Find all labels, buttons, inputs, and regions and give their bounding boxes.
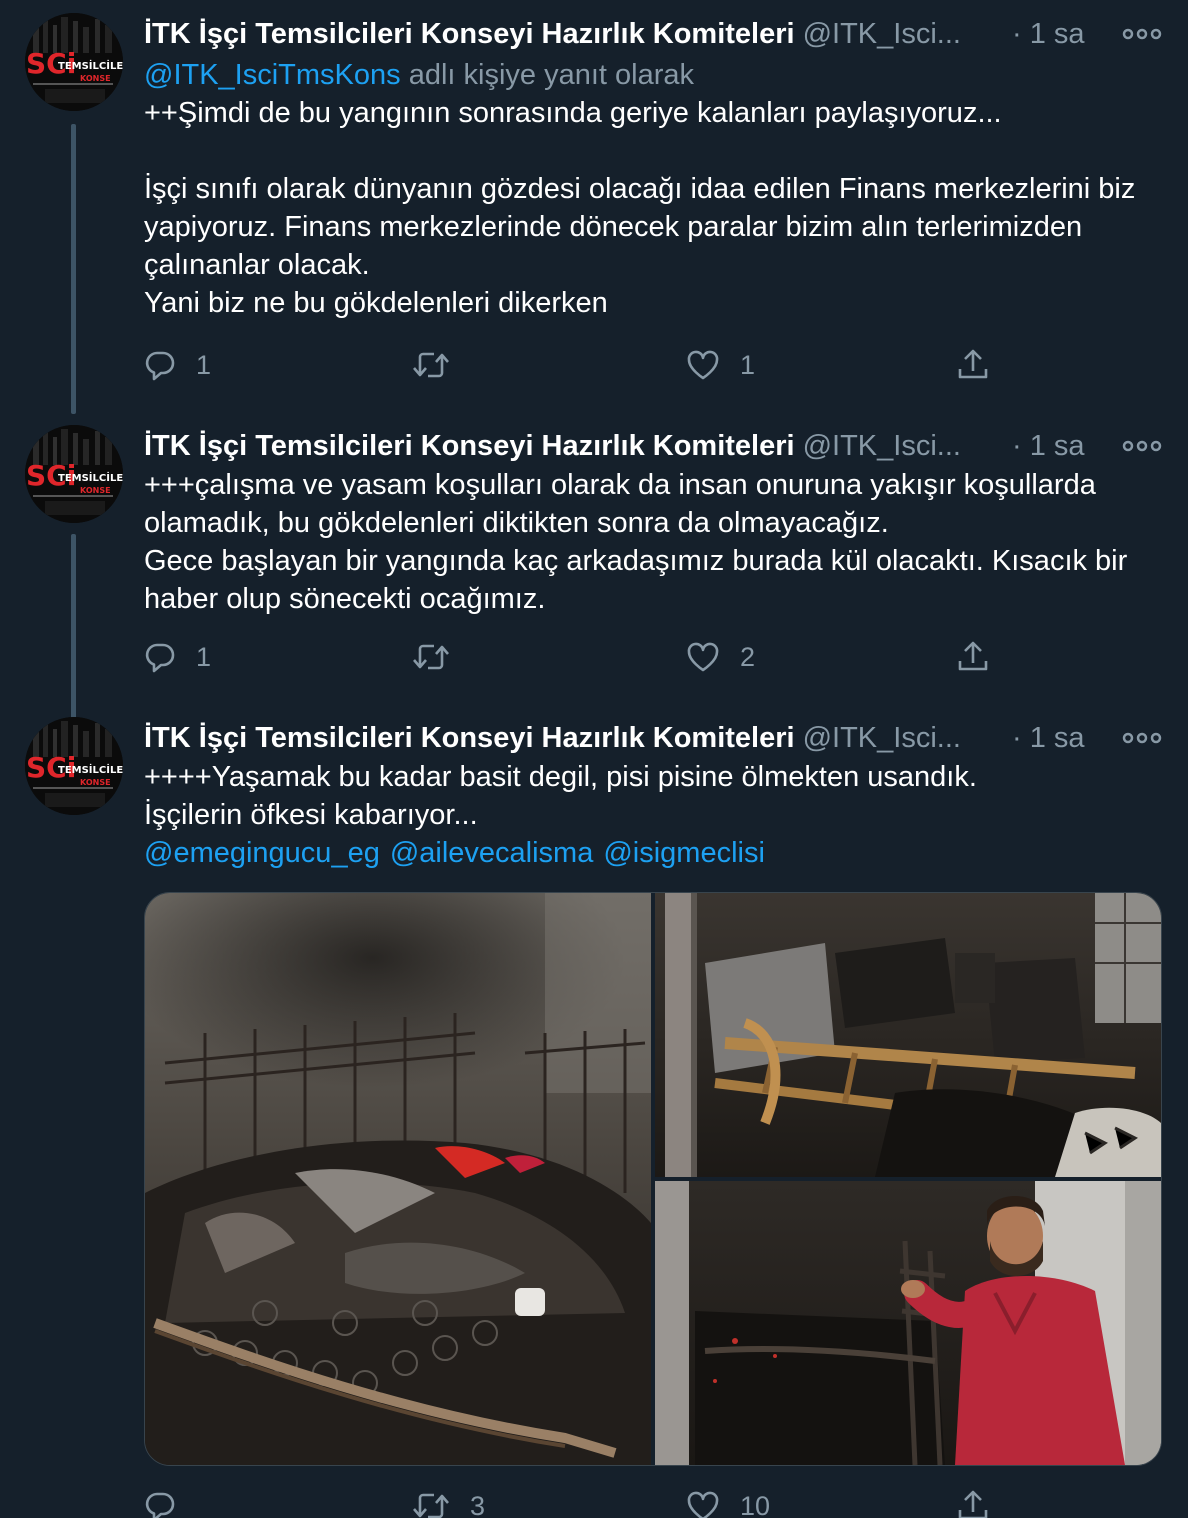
svg-text:TEMSİLCİLEF: TEMSİLCİLEF: [58, 762, 123, 776]
heart-icon: [687, 1491, 719, 1518]
like-count: 2: [740, 641, 756, 672]
avatar-logo-icon: SCi TEMSİLCİLEF KONSE: [25, 13, 123, 111]
mentions: @emegingucu_eg @ailevecalisma @isigmeclisi: [144, 834, 1164, 872]
mention-link[interactable]: @isigmeclisi: [603, 837, 765, 869]
tweet-text: ++Şimdi de bu yangının sonrasında geriye…: [144, 97, 1136, 319]
tweet-actions: 1 1: [144, 345, 1004, 385]
timestamp[interactable]: · 1 sa: [1012, 718, 1085, 758]
avatar[interactable]: SCi TEMSİLCİLEF KONSE: [25, 13, 123, 111]
svg-text:KONSE: KONSE: [80, 74, 111, 83]
tweet[interactable]: SCi TEMSİLCİLEF KONSE İTK İşçi Temsilcil…: [0, 704, 1188, 1518]
author-name[interactable]: İTK İşçi Temsilcileri Konseyi Hazırlık K…: [144, 722, 795, 754]
like-count: 10: [740, 1490, 771, 1518]
time-label: 1 sa: [1029, 18, 1085, 50]
share-button[interactable]: [956, 1486, 990, 1518]
reply-count: 1: [196, 349, 212, 380]
heart-icon: [687, 642, 719, 672]
share-button[interactable]: [956, 345, 990, 385]
tweet-header: İTK İşçi Temsilcileri Konseyi Hazırlık K…: [144, 426, 1164, 466]
tweet[interactable]: SCi TEMSİLCİLEF KONSE İTK İşçi Temsilcil…: [0, 412, 1188, 724]
timeline: SCi TEMSİLCİLEF KONSE İTK İşçi Temsilcil…: [0, 0, 1188, 1518]
author-handle[interactable]: @ITK_Isci...: [803, 430, 961, 462]
thread-line: [71, 534, 76, 724]
time-label: 1 sa: [1029, 430, 1085, 462]
tweet-content: İTK İşçi Temsilcileri Konseyi Hazırlık K…: [144, 718, 1164, 872]
photo-image: [145, 893, 651, 1465]
tweet-actions: 1 2: [144, 637, 1004, 677]
tweet-header: İTK İşçi Temsilcileri Konseyi Hazırlık K…: [144, 718, 1164, 758]
mention-link[interactable]: @emegingucu_eg: [144, 837, 380, 869]
author-name[interactable]: İTK İşçi Temsilcileri Konseyi Hazırlık K…: [144, 430, 795, 462]
timestamp[interactable]: · 1 sa: [1012, 426, 1085, 466]
more-icon[interactable]: [1122, 26, 1162, 42]
svg-text:KONSE: KONSE: [80, 486, 111, 495]
retweet-icon: [413, 644, 449, 670]
avatar-logo-icon: SCi TEMSİLCİLEF KONSE: [25, 717, 123, 815]
author-handle[interactable]: @ITK_Isci...: [803, 722, 961, 754]
reply-icon: [145, 351, 175, 381]
avatar[interactable]: SCi TEMSİLCİLEF KONSE: [25, 717, 123, 815]
svg-text:KONSE: KONSE: [80, 778, 111, 787]
tweet-actions: 3 10: [144, 1486, 1004, 1518]
mention-link[interactable]: @ailevecalisma: [390, 837, 594, 869]
reply-to-label: adlı kişiye yanıt olarak: [400, 59, 695, 91]
share-icon: [958, 349, 988, 379]
retweet-button[interactable]: [412, 637, 470, 677]
reply-context: @ITK_IsciTmsKons adlı kişiye yanıt olara…: [144, 56, 1164, 94]
reply-button[interactable]: 1: [144, 345, 211, 385]
separator-dot: ·: [1012, 18, 1022, 50]
thread-line: [71, 124, 76, 414]
like-button[interactable]: 1: [686, 345, 755, 385]
author-handle[interactable]: @ITK_Isci...: [803, 18, 961, 50]
retweet-icon: [413, 1493, 449, 1518]
like-button[interactable]: 10: [686, 1486, 770, 1518]
tweet-content: İTK İşçi Temsilcileri Konseyi Hazırlık K…: [144, 14, 1164, 322]
media-grid: [144, 892, 1162, 1466]
tweet-text: +++çalışma ve yasam koşulları olarak da …: [144, 469, 1128, 615]
photo-burned-bed[interactable]: [145, 893, 651, 1465]
separator-dot: ·: [1012, 430, 1022, 462]
more-icon[interactable]: [1122, 730, 1162, 746]
like-count: 1: [740, 349, 756, 380]
heart-icon: [687, 350, 719, 380]
retweet-button[interactable]: 3: [412, 1486, 485, 1518]
retweet-count: 3: [470, 1490, 486, 1518]
avatar[interactable]: SCi TEMSİLCİLEF KONSE: [25, 425, 123, 523]
reply-count: 1: [196, 641, 212, 672]
timestamp[interactable]: · 1 sa: [1012, 14, 1085, 54]
reply-button[interactable]: [144, 1486, 196, 1518]
photo-burned-room[interactable]: [655, 893, 1161, 1177]
avatar-logo-icon: SCi TEMSİLCİLEF KONSE: [25, 425, 123, 523]
svg-text:TEMSİLCİLEF: TEMSİLCİLEF: [58, 58, 123, 72]
reply-button[interactable]: 1: [144, 637, 211, 677]
reply-to-mention[interactable]: @ITK_IsciTmsKons: [144, 59, 401, 91]
tweet[interactable]: SCi TEMSİLCİLEF KONSE İTK İşçi Temsilcil…: [0, 0, 1188, 414]
time-label: 1 sa: [1029, 722, 1085, 754]
tweet-text: ++++Yaşamak bu kadar basit degil, pisi p…: [144, 761, 977, 831]
share-button[interactable]: [956, 637, 990, 677]
like-button[interactable]: 2: [686, 637, 755, 677]
tweet-header: İTK İşçi Temsilcileri Konseyi Hazırlık K…: [144, 14, 1164, 54]
photo-image: [655, 1181, 1161, 1465]
tweet-content: İTK İşçi Temsilcileri Konseyi Hazırlık K…: [144, 426, 1164, 618]
reply-icon: [145, 643, 175, 673]
more-icon[interactable]: [1122, 438, 1162, 454]
svg-text:TEMSİLCİLEF: TEMSİLCİLEF: [58, 470, 123, 484]
separator-dot: ·: [1012, 722, 1022, 754]
author-name[interactable]: İTK İşçi Temsilcileri Konseyi Hazırlık K…: [144, 18, 795, 50]
retweet-button[interactable]: [412, 345, 470, 385]
photo-image: [655, 893, 1161, 1177]
share-icon: [958, 1490, 988, 1518]
share-icon: [958, 641, 988, 671]
retweet-icon: [413, 352, 449, 378]
reply-icon: [145, 1492, 175, 1518]
photo-man-with-bed[interactable]: [655, 1181, 1161, 1465]
